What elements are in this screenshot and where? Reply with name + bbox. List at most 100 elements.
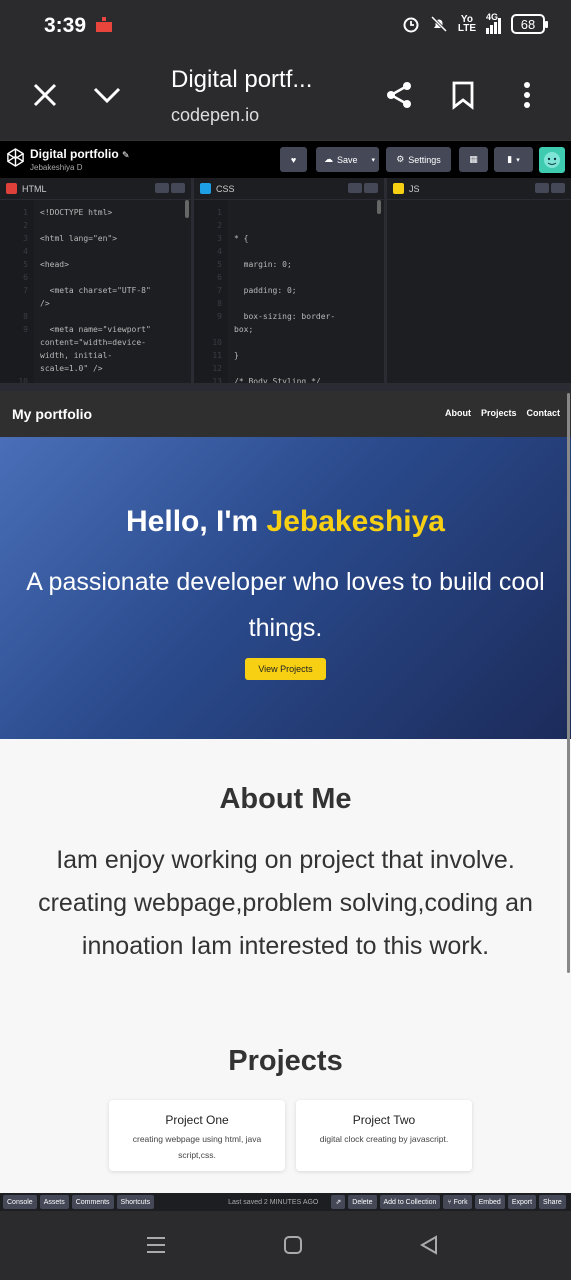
pen-title[interactable]: Digital portfolio ✎ — [30, 147, 130, 161]
code-line: /> — [40, 299, 50, 308]
code-line: <head> — [40, 260, 69, 269]
resize-handle[interactable] — [0, 383, 571, 391]
scrollbar[interactable] — [377, 200, 381, 214]
about-section: About Me Iam enjoy working on project th… — [0, 739, 571, 1029]
code-line: box-sizing: border- — [234, 312, 336, 321]
more-icon[interactable] — [512, 80, 542, 110]
chevron-down-icon[interactable] — [551, 183, 565, 193]
project-card[interactable]: Project Two digital clock creating by ja… — [296, 1100, 472, 1171]
export-button[interactable]: Export — [507, 1195, 537, 1209]
line-number: 5 — [23, 260, 28, 269]
chevron-down-icon[interactable]: ▾ — [371, 156, 375, 164]
line-number: 3 — [23, 234, 28, 243]
bookmark-menu-button[interactable]: ▮ ▾ — [494, 147, 533, 172]
hero-tagline: A passionate developer who loves to buil… — [26, 568, 545, 642]
volte-indicator: Yo LTE — [457, 14, 476, 34]
chevron-down-icon[interactable] — [92, 80, 122, 110]
heart-button[interactable]: ♥ — [280, 147, 307, 172]
assets-button[interactable]: Assets — [39, 1195, 69, 1209]
js-editor[interactable]: JS — [387, 178, 571, 383]
preview-scrollbar[interactable] — [567, 393, 570, 973]
back-icon[interactable] — [419, 1235, 439, 1255]
line-number: 4 — [23, 247, 28, 256]
nav-link-contact[interactable]: Contact — [527, 408, 561, 418]
hero-heading: Hello, I'm Jebakeshiya — [126, 505, 445, 538]
hero-section: Hello, I'm Jebakeshiya A passionate deve… — [0, 437, 571, 739]
code-line: <meta charset="UTF-8" — [40, 286, 151, 295]
pane-settings-icon[interactable] — [155, 183, 169, 193]
pen-author[interactable]: Jebakeshiya D — [30, 163, 82, 172]
code-editors: HTML 1 <!DOCTYPE html> 2 3 <html lang="en"> 4… — [0, 178, 571, 383]
gear-icon: ⚙ — [396, 154, 405, 164]
bookmark-icon[interactable] — [448, 80, 478, 110]
open-external-button[interactable]: ⇗ — [331, 1195, 346, 1209]
alarm-icon — [403, 17, 419, 33]
pane-settings-icon[interactable] — [348, 183, 362, 193]
add-to-collection-button[interactable]: Add to Collection — [379, 1195, 441, 1209]
layout-button[interactable]: ▦ — [459, 147, 488, 172]
external-link-icon: ⇗ — [335, 1199, 342, 1206]
code-line: box; — [234, 325, 254, 334]
preview-frame: My portfolio About Projects Contact Hell… — [0, 391, 571, 1193]
line-number: 6 — [23, 273, 28, 282]
share-icon[interactable] — [384, 80, 414, 110]
signal-icon: 4G — [486, 12, 501, 34]
about-title: About Me — [219, 783, 352, 815]
pane-settings-icon[interactable] — [535, 183, 549, 193]
js-icon — [393, 183, 404, 194]
status-icons: Yo LTE 4G 68 — [402, 12, 548, 34]
line-number: 10 — [18, 377, 28, 383]
edit-pencil-icon[interactable]: ✎ — [122, 150, 130, 160]
scrollbar[interactable] — [185, 200, 189, 218]
fork-button[interactable]: ⑂ Fork — [443, 1195, 472, 1209]
close-icon[interactable] — [30, 80, 60, 110]
nav-link-about[interactable]: About — [445, 408, 471, 418]
line-number: 9 — [23, 325, 28, 334]
code-line: } — [234, 351, 239, 360]
shortcuts-button[interactable]: Shortcuts — [116, 1195, 155, 1209]
console-button[interactable]: Console — [3, 1195, 37, 1209]
delete-button[interactable]: Delete — [348, 1195, 377, 1209]
avatar-face-icon — [544, 152, 560, 168]
line-number: 1 — [217, 208, 222, 217]
settings-button[interactable]: ⚙ Settings — [386, 147, 451, 172]
page-url: codepen.io — [171, 105, 260, 125]
line-number: 12 — [212, 364, 222, 373]
avatar[interactable] — [539, 147, 565, 173]
line-number: 9 — [217, 312, 222, 321]
nav-link-projects[interactable]: Projects — [481, 408, 517, 418]
view-projects-button[interactable]: View Projects — [245, 658, 326, 680]
home-icon[interactable] — [283, 1235, 303, 1255]
about-text: Iam enjoy working on project that involv… — [38, 846, 533, 960]
html-editor[interactable]: HTML 1 <!DOCTYPE html> 2 3 <html lang="en"> 4… — [0, 178, 194, 383]
share-button[interactable]: Share — [539, 1195, 566, 1209]
code-line: * { — [234, 234, 249, 243]
codepen-footer: Console Assets Comments Shortcuts Last s… — [0, 1193, 571, 1211]
site-brand[interactable]: My portfolio — [12, 406, 92, 422]
line-number: 8 — [217, 299, 222, 308]
layout-grid-icon: ▦ — [469, 154, 478, 164]
chevron-down-icon[interactable] — [364, 183, 378, 193]
save-button[interactable]: ☁ Save ▾ — [316, 147, 379, 172]
chevron-down-icon[interactable] — [171, 183, 185, 193]
code-line: /* Body Styling */ — [234, 377, 321, 383]
line-number: 2 — [23, 221, 28, 230]
project-card[interactable]: Project One creating webpage using html,… — [109, 1100, 285, 1171]
line-number: 10 — [212, 338, 222, 347]
line-number: 7 — [217, 286, 222, 295]
embed-button[interactable]: Embed — [474, 1195, 505, 1209]
line-number: 3 — [217, 234, 222, 243]
css-code[interactable]: 1 2 3 * {4 5 margin: 0; 6 7 padding: 0; 8 9 box-… — [194, 200, 384, 383]
codepen-logo-icon[interactable] — [6, 148, 25, 167]
line-number: 7 — [23, 286, 28, 295]
html-code[interactable]: 1 <!DOCTYPE html> 2 3 <html lang="en"> 4 5 <hea… — [0, 200, 191, 383]
code-line: <html lang="en"> — [40, 234, 118, 243]
css-icon — [200, 183, 211, 194]
bookmark-icon: ▮ — [507, 154, 513, 164]
recents-icon[interactable] — [146, 1235, 166, 1255]
css-editor[interactable]: CSS 1 2 3 * {4 5 margin: 0; 6 7 padding: 0; 8 9 … — [194, 178, 387, 383]
html-icon — [6, 183, 17, 194]
project-desc: creating webpage using html, java script… — [132, 1134, 262, 1160]
comments-button[interactable]: Comments — [71, 1195, 114, 1209]
hero-name: Jebakeshiya — [266, 505, 445, 538]
